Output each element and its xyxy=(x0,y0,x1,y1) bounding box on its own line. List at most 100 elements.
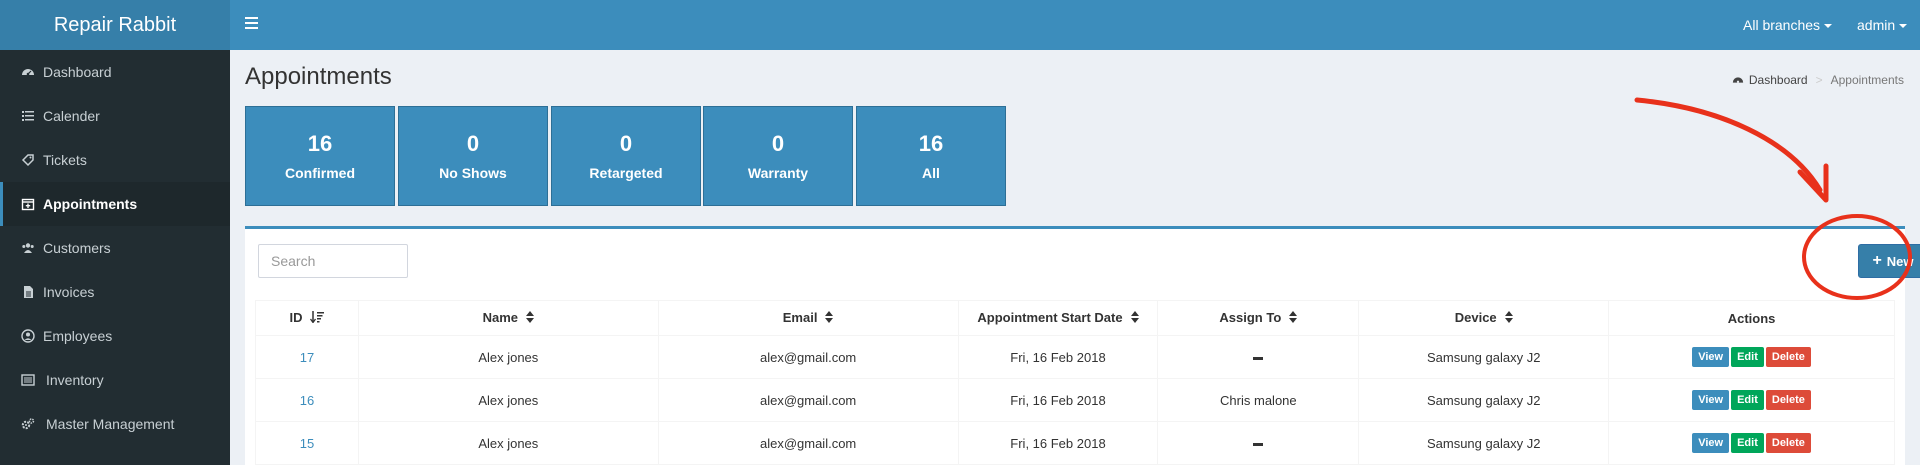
breadcrumb: Dashboard > Appointments xyxy=(1732,73,1904,87)
column-header-assign-to[interactable]: Assign To xyxy=(1157,300,1360,336)
user-menu-dropdown[interactable]: admin xyxy=(1857,0,1908,50)
dashboard-icon xyxy=(1732,74,1744,86)
cell-email: alex@gmail.com xyxy=(657,421,959,465)
top-header: All branches admin xyxy=(230,0,1920,50)
cell-date: Fri, 16 Feb 2018 xyxy=(957,378,1159,422)
appointments-table: ID Name Email Appointment Start Date Ass… xyxy=(255,300,1895,465)
annotation-arrowhead xyxy=(1797,163,1829,203)
appointment-id-link[interactable]: 17 xyxy=(300,350,314,365)
page-title: Appointments xyxy=(245,63,392,90)
cell-assign xyxy=(1157,335,1360,379)
sidebar-item-employees[interactable]: Employees xyxy=(0,314,230,358)
sidebar-item-label: Inventory xyxy=(46,372,104,388)
cell-assign xyxy=(1157,421,1360,465)
sidebar-item-dashboard[interactable]: Dashboard xyxy=(0,50,230,94)
stat-box-warranty[interactable]: 0 Warranty xyxy=(703,106,853,206)
sidebar-item-label: Invoices xyxy=(43,284,95,300)
stat-label: All xyxy=(922,165,940,181)
table-row: 15 Alex jones alex@gmail.com Fri, 16 Feb… xyxy=(255,421,1895,465)
sort-icon xyxy=(825,311,834,326)
chevron-down-icon xyxy=(1824,24,1833,28)
empty-dash-icon xyxy=(1253,442,1264,446)
stat-label: Warranty xyxy=(747,165,809,181)
sidebar-item-label: Dashboard xyxy=(43,64,112,80)
menu-toggle-icon[interactable] xyxy=(245,17,258,29)
delete-button[interactable]: Delete xyxy=(1765,347,1811,367)
sidebar-item-inventory[interactable]: Inventory xyxy=(0,358,230,402)
sidebar-item-label: Master Management xyxy=(46,416,175,432)
edit-button[interactable]: Edit xyxy=(1731,347,1764,367)
breadcrumb-home-link[interactable]: Dashboard xyxy=(1749,73,1808,87)
sort-icon xyxy=(1504,311,1513,326)
stat-box-all[interactable]: 16 All xyxy=(856,106,1006,206)
search-input[interactable] xyxy=(258,244,408,278)
sidebar-item-tickets[interactable]: Tickets xyxy=(0,138,230,182)
cell-actions: View Edit Delete xyxy=(1608,335,1895,379)
cell-id[interactable]: 17 xyxy=(255,335,359,379)
edit-button[interactable]: Edit xyxy=(1731,390,1764,410)
column-label: Actions xyxy=(1727,310,1776,326)
branches-dropdown[interactable]: All branches xyxy=(1743,0,1833,50)
cogs-icon xyxy=(21,417,35,431)
new-button-label: New xyxy=(1886,253,1914,269)
cell-name: Alex jones xyxy=(357,335,659,379)
delete-button[interactable]: Delete xyxy=(1765,390,1811,410)
cell-name: Alex jones xyxy=(357,378,659,422)
view-button[interactable]: View xyxy=(1692,390,1730,410)
cell-id[interactable]: 16 xyxy=(255,378,359,422)
stat-value: 0 xyxy=(771,131,785,156)
stat-value: 16 xyxy=(307,131,333,156)
stat-box-no-shows[interactable]: 0 No Shows xyxy=(398,106,548,206)
sidebar-item-label: Appointments xyxy=(43,196,138,212)
sidebar-item-invoices[interactable]: Invoices xyxy=(0,270,230,314)
sidebar-item-label: Tickets xyxy=(43,152,87,168)
column-header-start-date[interactable]: Appointment Start Date xyxy=(957,300,1159,336)
delete-button[interactable]: Delete xyxy=(1765,433,1811,453)
plus-icon: + xyxy=(1872,252,1882,269)
appointments-panel: + New ID Name Email Appointment Start Da… xyxy=(245,226,1920,465)
sidebar-item-calender[interactable]: Calender xyxy=(0,94,230,138)
sidebar: Repair Rabbit Dashboard Calender Tickets… xyxy=(0,0,230,465)
column-label: Name xyxy=(482,309,519,325)
new-appointment-button[interactable]: + New xyxy=(1858,244,1920,278)
column-header-email[interactable]: Email xyxy=(657,300,959,336)
cell-name: Alex jones xyxy=(357,421,659,465)
stat-box-retargeted[interactable]: 0 Retargeted xyxy=(551,106,701,206)
brand-logo[interactable]: Repair Rabbit xyxy=(0,0,230,50)
table-row: 17 Alex jones alex@gmail.com Fri, 16 Feb… xyxy=(255,335,1895,379)
view-button[interactable]: View xyxy=(1692,347,1730,367)
edit-button[interactable]: Edit xyxy=(1731,433,1764,453)
stat-value: 0 xyxy=(466,131,480,156)
users-icon xyxy=(21,241,35,255)
stat-value: 16 xyxy=(918,131,944,156)
inventory-icon xyxy=(21,373,35,387)
column-label: Assign To xyxy=(1219,309,1282,325)
appointment-id-link[interactable]: 16 xyxy=(300,393,314,408)
column-label: Appointment Start Date xyxy=(977,309,1123,325)
cell-assign: Chris malone xyxy=(1157,378,1360,422)
column-header-name[interactable]: Name xyxy=(357,300,659,336)
branches-label: All branches xyxy=(1743,17,1821,33)
stat-box-confirmed[interactable]: 16 Confirmed xyxy=(245,106,395,206)
column-header-device[interactable]: Device xyxy=(1358,300,1610,336)
calendar-plus-icon xyxy=(21,197,35,211)
sidebar-item-appointments[interactable]: Appointments xyxy=(0,182,230,226)
stat-label: No Shows xyxy=(439,165,507,181)
stat-label: Retargeted xyxy=(589,165,663,181)
appointment-id-link[interactable]: 15 xyxy=(300,436,314,451)
cell-actions: View Edit Delete xyxy=(1608,421,1895,465)
user-label: admin xyxy=(1857,17,1896,33)
cell-email: alex@gmail.com xyxy=(657,335,959,379)
empty-dash-icon xyxy=(1253,356,1264,360)
stat-label: Confirmed xyxy=(285,165,355,181)
annotation-arrow xyxy=(1634,97,1823,193)
sidebar-item-master-management[interactable]: Master Management xyxy=(0,402,230,446)
column-header-id[interactable]: ID xyxy=(255,300,359,336)
cell-device: Samsung galaxy J2 xyxy=(1358,378,1610,422)
sidebar-item-label: Employees xyxy=(43,328,113,344)
column-label: Email xyxy=(782,309,818,325)
view-button[interactable]: View xyxy=(1692,433,1730,453)
cell-id[interactable]: 15 xyxy=(255,421,359,465)
sort-icon xyxy=(1130,311,1139,326)
sidebar-item-customers[interactable]: Customers xyxy=(0,226,230,270)
